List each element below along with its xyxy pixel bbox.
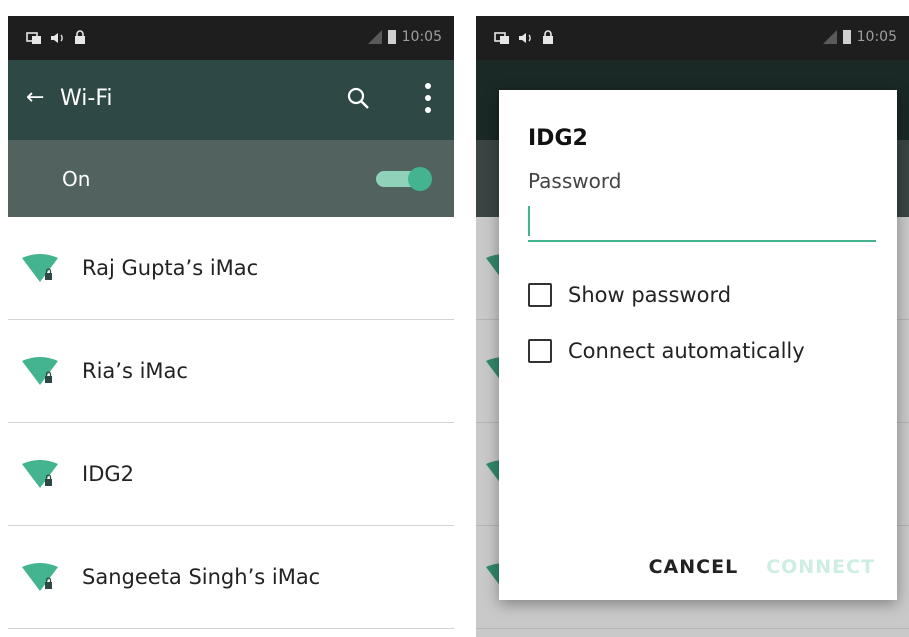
password-dialog: IDG2 Password Show password Connect auto… [499, 90, 897, 600]
wifi-password-screen: 10:05 IDG2 Password Show password Connec… [476, 0, 909, 637]
screen-divider [454, 0, 476, 637]
battery-icon [387, 30, 396, 44]
cast-icon [494, 30, 510, 49]
cast-icon [26, 30, 42, 49]
wifi-toggle-label: On [62, 167, 91, 191]
app-bar: ← Wi-Fi [8, 60, 454, 140]
network-name: Sangeeta Singh’s iMac [82, 565, 321, 589]
network-name: Raj Gupta’s iMac [82, 256, 259, 280]
dialog-actions: CANCEL CONNECT [649, 556, 875, 578]
lock-icon [74, 30, 86, 49]
show-password-row[interactable]: Show password [528, 283, 731, 307]
network-item[interactable]: Sangeeta Singh’s iMac [8, 526, 454, 629]
network-name: Ria’s iMac [82, 359, 188, 383]
signal-icon [822, 30, 837, 44]
more-vert-icon[interactable] [424, 82, 432, 118]
wifi-locked-icon [20, 460, 60, 494]
volume-icon [50, 30, 66, 49]
network-item[interactable]: Raj Gupta’s iMac [8, 217, 454, 320]
show-password-label: Show password [568, 283, 732, 307]
connect-button[interactable]: CONNECT [766, 556, 875, 578]
password-input[interactable] [528, 200, 876, 242]
dialog-title: IDG2 [528, 126, 588, 151]
network-list: Raj Gupta’s iMac Ria’s iMac IDG2 Sangeet… [8, 217, 454, 629]
show-password-checkbox[interactable] [528, 283, 552, 307]
wifi-locked-icon [20, 563, 60, 597]
wifi-locked-icon [20, 357, 60, 391]
password-label: Password [528, 169, 622, 193]
battery-icon [842, 30, 851, 44]
signal-icon [367, 30, 382, 44]
cancel-button[interactable]: CANCEL [649, 556, 739, 578]
network-item[interactable]: IDG2 [8, 423, 454, 526]
status-time: 10:05 [401, 29, 442, 45]
switch-knob [408, 167, 432, 191]
lock-icon [542, 30, 554, 49]
network-name: IDG2 [82, 462, 134, 486]
wifi-locked-icon [20, 254, 60, 288]
network-item[interactable]: Ria’s iMac [8, 320, 454, 423]
text-cursor [528, 206, 530, 236]
status-bar: 10:05 [8, 16, 454, 60]
search-icon[interactable] [346, 86, 370, 114]
volume-icon [518, 30, 534, 49]
connect-automatically-row[interactable]: Connect automatically [528, 339, 805, 363]
wifi-toggle-switch[interactable] [376, 167, 432, 191]
wifi-toggle-row[interactable]: On [8, 140, 454, 217]
connect-automatically-checkbox[interactable] [528, 339, 552, 363]
status-time: 10:05 [856, 29, 897, 45]
status-bar: 10:05 [476, 16, 909, 60]
back-arrow-icon[interactable]: ← [26, 86, 44, 110]
page-title: Wi-Fi [60, 86, 113, 111]
wifi-settings-screen: 10:05 ← Wi-Fi On Raj Gupta’s iMac Ria’s … [8, 0, 454, 637]
connect-automatically-label: Connect automatically [568, 339, 805, 363]
